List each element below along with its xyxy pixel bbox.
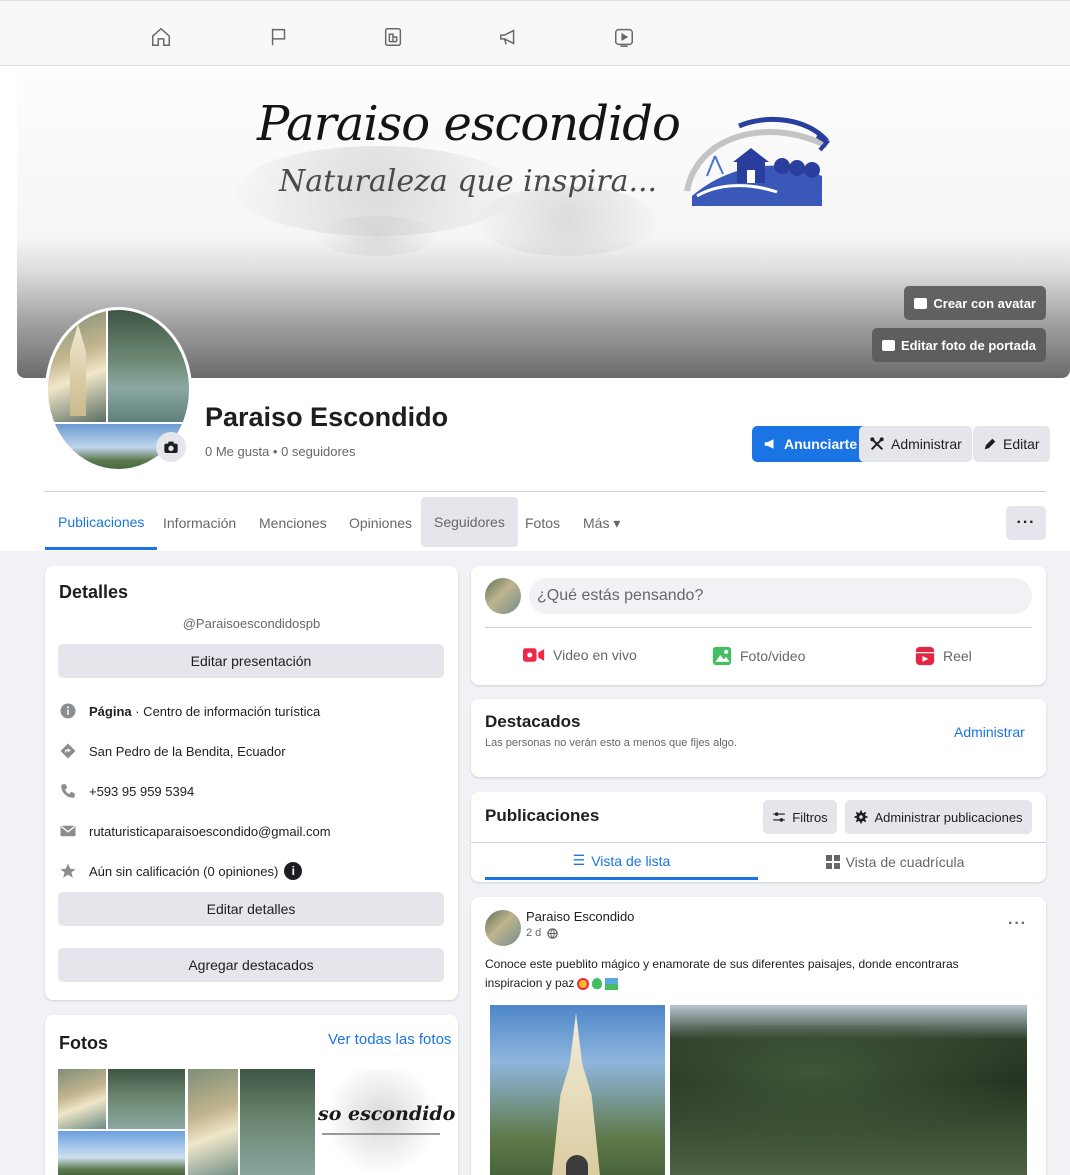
- photos-card: Fotos Ver todas las fotos so escondido: [45, 1015, 458, 1175]
- detail-location: San Pedro de la Bendita, Ecuador: [59, 742, 286, 760]
- tab-fotos[interactable]: Fotos: [512, 496, 573, 550]
- detail-page-type: Página · Centro de información turística: [59, 702, 320, 720]
- cover-title-text: Paraiso escondido: [257, 96, 681, 152]
- photo-video-button[interactable]: Foto/video: [712, 646, 805, 666]
- edit-cover-photo-button[interactable]: Editar foto de portada: [871, 328, 1046, 362]
- posts-header-card: Publicaciones Filtros Administrar public…: [471, 792, 1046, 882]
- manage-posts-button[interactable]: Administrar publicaciones: [845, 800, 1032, 834]
- tools-icon: [870, 437, 884, 451]
- paraiso-logo-icon: [684, 116, 831, 206]
- featured-title: Destacados: [485, 712, 581, 731]
- detail-email: rutaturisticaparaisoescondido@gmail.com: [59, 822, 331, 840]
- avatar-camera-button[interactable]: [156, 432, 186, 462]
- home-icon[interactable]: [149, 25, 173, 49]
- see-all-photos-link[interactable]: Ver todas las fotos: [328, 1031, 451, 1048]
- tab-opiniones[interactable]: Opiniones: [336, 496, 425, 550]
- edit-button[interactable]: Editar: [973, 426, 1050, 462]
- info-icon[interactable]: i: [284, 862, 303, 880]
- tab-informacion[interactable]: Información: [150, 496, 249, 550]
- page-name: Paraiso Escondido: [205, 402, 449, 432]
- tab-menciones[interactable]: Menciones: [246, 496, 340, 550]
- avatar[interactable]: [485, 910, 521, 946]
- post-meta: 2 d: [526, 927, 559, 939]
- tab-mas[interactable]: Más ▾: [570, 496, 633, 550]
- email-icon: [59, 822, 77, 840]
- post-image[interactable]: [670, 1005, 1027, 1175]
- video-icon[interactable]: [612, 25, 636, 49]
- featured-manage-link[interactable]: Administrar: [954, 724, 1025, 740]
- plant-emoji-icon: [592, 978, 603, 989]
- top-navigation-bar: [0, 0, 1070, 66]
- camera-icon: [164, 441, 178, 453]
- post-author[interactable]: Paraiso Escondido: [526, 909, 634, 924]
- photo-thumbnail[interactable]: [188, 1069, 315, 1175]
- filters-icon: [773, 812, 786, 822]
- post-options-button[interactable]: ···: [1008, 915, 1027, 933]
- manage-button[interactable]: Administrar: [859, 426, 972, 462]
- tab-seguidores[interactable]: Seguidores: [421, 497, 518, 547]
- posts-title: Publicaciones: [485, 806, 600, 825]
- details-title: Detalles: [59, 582, 129, 602]
- heart-eyes-emoji-icon: [577, 977, 590, 990]
- create-avatar-button[interactable]: Crear con avatar: [904, 286, 1046, 320]
- add-featured-button[interactable]: Agregar destacados: [58, 948, 444, 982]
- pencil-icon: [984, 438, 996, 450]
- header-divider: [44, 491, 1046, 492]
- composer-input[interactable]: ¿Qué estás pensando?: [529, 578, 1032, 614]
- tab-publicaciones[interactable]: Publicaciones: [45, 496, 158, 550]
- photo-thumbnail[interactable]: so escondido: [318, 1069, 455, 1175]
- grid-icon: [825, 855, 840, 869]
- live-video-button[interactable]: Video en vivo: [523, 646, 637, 664]
- page-stats: 0 Me gusta • 0 seguidores: [205, 444, 356, 459]
- details-card: Detalles @Paraisoescondidospb Editar pre…: [45, 566, 458, 1000]
- location-icon: [59, 742, 77, 760]
- globe-icon: [547, 927, 559, 939]
- live-video-icon: [523, 648, 545, 662]
- post-card: Paraiso Escondido 2 d ··· Conoce este pu…: [471, 897, 1046, 1175]
- featured-card: Destacados Las personas no verán esto a …: [471, 699, 1046, 777]
- star-icon: [59, 862, 77, 880]
- reel-icon: [915, 646, 935, 666]
- promote-button[interactable]: Anunciarte: [752, 426, 868, 462]
- username-text: @Paraisoescondidospb: [182, 616, 321, 631]
- info-icon: [59, 702, 77, 720]
- detail-rating: Aún sin calificación (0 opiniones) i: [59, 862, 303, 880]
- camera-icon: [881, 339, 895, 351]
- landscape-emoji-icon: [605, 977, 619, 990]
- avatar-icon: [914, 297, 928, 309]
- post-text: Conoce este pueblito mágico y enamorate …: [485, 957, 959, 990]
- edit-details-button[interactable]: Editar detalles: [58, 892, 444, 926]
- photo-thumbnail[interactable]: [58, 1069, 185, 1175]
- edit-intro-button[interactable]: Editar presentación: [58, 644, 444, 678]
- photos-title: Fotos: [59, 1033, 108, 1053]
- tab-list-view[interactable]: ☰ Vista de lista: [485, 844, 758, 880]
- flag-icon[interactable]: [267, 25, 291, 49]
- phone-icon: [59, 782, 77, 800]
- avatar[interactable]: [485, 578, 521, 614]
- tab-grid-view[interactable]: Vista de cuadrícula: [758, 844, 1032, 880]
- more-options-button[interactable]: ···: [1006, 506, 1046, 540]
- post-image[interactable]: [490, 1005, 665, 1175]
- list-icon: ☰: [572, 852, 586, 868]
- reel-button[interactable]: Reel: [915, 646, 972, 666]
- megaphone-icon[interactable]: [497, 25, 521, 49]
- featured-note: Las personas no verán esto a menos que f…: [485, 737, 737, 749]
- detail-phone: +593 95 959 5394: [59, 782, 194, 800]
- photo-icon: [712, 646, 732, 666]
- megaphone-icon: [764, 439, 774, 449]
- gear-icon: [855, 810, 868, 824]
- pages-icon[interactable]: [381, 25, 405, 49]
- filters-button[interactable]: Filtros: [763, 800, 837, 834]
- composer-card: ¿Qué estás pensando? Video en vivo Foto/…: [471, 566, 1046, 685]
- cover-subtitle-text: Naturaleza que inspira...: [279, 164, 658, 199]
- post-time[interactable]: 2 d: [526, 927, 541, 939]
